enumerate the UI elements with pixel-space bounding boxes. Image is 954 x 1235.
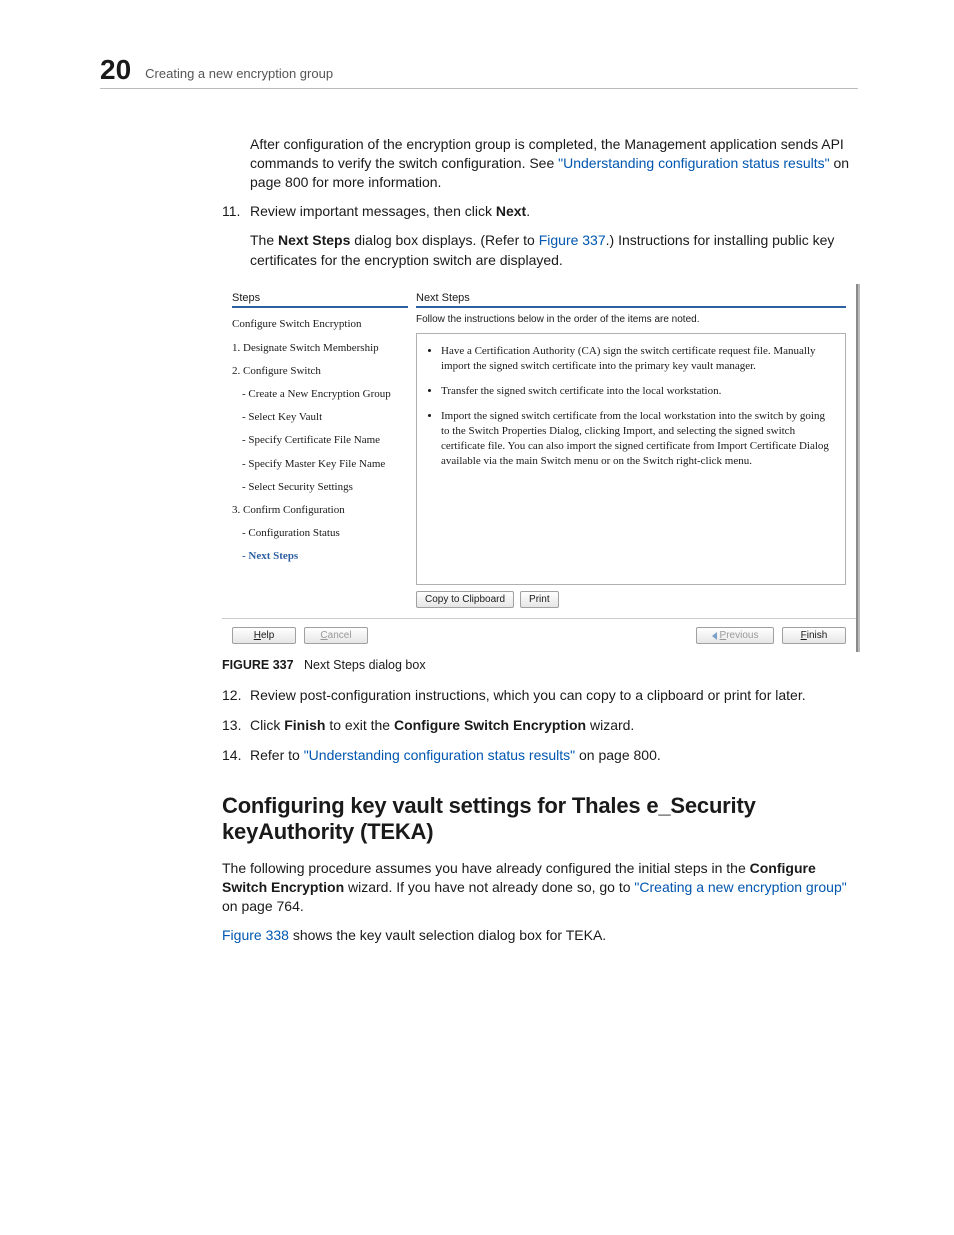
wizard-step: 3. Confirm Configuration (232, 504, 408, 517)
link-config-status-results-2[interactable]: "Understanding configuration status resu… (304, 747, 575, 763)
teka-paragraph-2: Figure 338 shows the key vault selection… (222, 926, 858, 945)
copy-to-clipboard-button[interactable]: Copy to Clipboard (416, 591, 514, 608)
next-steps-dialog: Steps Configure Switch Encryption 1. Des… (222, 284, 858, 652)
wizard-step: Configure Switch Encryption (232, 318, 408, 331)
link-creating-encryption-group[interactable]: "Creating a new encryption group" (634, 879, 846, 895)
wizard-step: 1. Designate Switch Membership (232, 342, 408, 355)
instruction-item: Import the signed switch certificate fro… (441, 409, 835, 468)
instruction-item: Have a Certification Authority (CA) sign… (441, 344, 835, 374)
next-steps-intro: Follow the instructions below in the ord… (416, 314, 846, 325)
cancel-button[interactable]: Cancel (304, 627, 368, 644)
step-12: 12. Review post-configuration instructio… (222, 686, 858, 706)
print-button[interactable]: Print (520, 591, 559, 608)
wizard-step: - Specify Certificate File Name (232, 434, 408, 447)
step-13: 13. Click Finish to exit the Configure S… (222, 716, 858, 736)
wizard-step-active: - Next Steps (232, 550, 408, 563)
step-14: 14. Refer to "Understanding configuratio… (222, 746, 858, 766)
wizard-step: - Select Security Settings (232, 481, 408, 494)
wizard-step: - Specify Master Key File Name (232, 458, 408, 471)
wizard-step: 2. Configure Switch (232, 365, 408, 378)
teka-paragraph-1: The following procedure assumes you have… (222, 859, 858, 916)
chapter-number: 20 (100, 56, 131, 84)
wizard-steps-panel: Steps Configure Switch Encryption 1. Des… (232, 292, 408, 608)
wizard-step: - Configuration Status (232, 527, 408, 540)
next-steps-header: Next Steps (416, 292, 846, 308)
intro-paragraph: After configuration of the encryption gr… (250, 135, 858, 192)
step-11: 11. Review important messages, then clic… (222, 202, 858, 271)
previous-button: Previous (696, 627, 774, 644)
section-title-teka: Configuring key vault settings for Thale… (222, 793, 858, 845)
steps-header: Steps (232, 292, 408, 308)
wizard-step: - Create a New Encryption Group (232, 388, 408, 401)
help-button[interactable]: Help (232, 627, 296, 644)
chapter-title: Creating a new encryption group (145, 66, 333, 81)
triangle-left-icon (712, 632, 717, 640)
wizard-step: - Select Key Vault (232, 411, 408, 424)
link-config-status-results[interactable]: "Understanding configuration status resu… (558, 155, 829, 171)
figure-337-caption: FIGURE 337 Next Steps dialog box (222, 658, 858, 672)
instruction-item: Transfer the signed switch certificate i… (441, 384, 835, 399)
link-figure-338[interactable]: Figure 338 (222, 927, 289, 943)
running-header: 20 Creating a new encryption group (100, 56, 858, 89)
finish-button[interactable]: Finish (782, 627, 846, 644)
instruction-box: Have a Certification Authority (CA) sign… (416, 333, 846, 585)
link-figure-337[interactable]: Figure 337 (539, 232, 606, 248)
next-steps-panel: Next Steps Follow the instructions below… (416, 292, 846, 608)
